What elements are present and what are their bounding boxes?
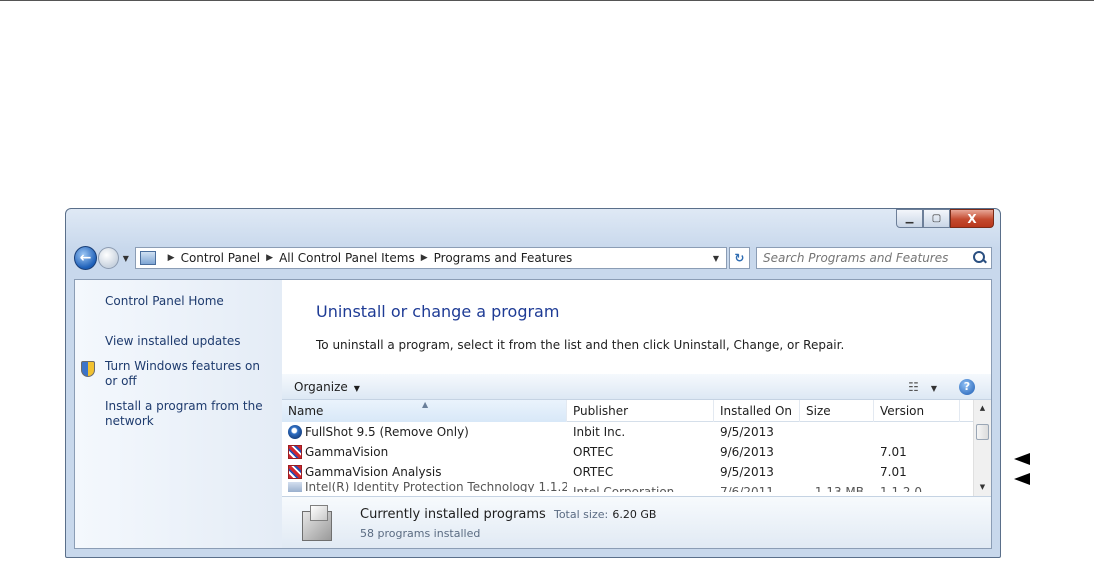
table-row[interactable]: FullShot 9.5 (Remove Only) Inbit Inc. 9/… <box>282 422 973 442</box>
back-button[interactable]: ← <box>74 246 97 270</box>
annotation-arrow-icon <box>1014 453 1030 465</box>
navigation-bar: ← ▼ ▶ Control Panel ▶ All Control Panel … <box>74 245 992 271</box>
uac-shield-icon <box>81 361 95 377</box>
program-publisher: Intel Corporation <box>573 485 675 492</box>
gammavision-icon <box>288 445 302 459</box>
address-bar[interactable]: ▶ Control Panel ▶ All Control Panel Item… <box>134 247 727 269</box>
close-button[interactable]: X <box>950 209 994 228</box>
maximize-icon: ▢ <box>931 213 942 224</box>
column-header-label: Name <box>288 404 324 418</box>
view-installed-updates-link[interactable]: View installed updates <box>105 334 275 349</box>
task-pane: Control Panel Home View installed update… <box>75 280 282 548</box>
table-row[interactable]: GammaVision ORTEC 9/6/2013 7.01 <box>282 442 973 462</box>
breadcrumb-all-control-panel-items[interactable]: All Control Panel Items <box>279 251 415 265</box>
list-header: ▲ Name Publisher Installed On Size Versi… <box>282 400 973 422</box>
chevron-down-icon: ▼ <box>122 253 129 263</box>
search-box[interactable] <box>755 247 992 269</box>
maximize-button[interactable]: ▢ <box>923 209 950 228</box>
program-size <box>800 422 874 442</box>
column-header-size[interactable]: Size <box>800 400 874 422</box>
page-description: To uninstall a program, select it from t… <box>316 338 845 352</box>
top-border-line <box>0 0 1094 1</box>
chevron-down-icon: ▼ <box>353 383 360 393</box>
column-header-publisher[interactable]: Publisher <box>567 400 714 422</box>
program-version: 7.01 <box>880 465 907 479</box>
column-header-installed-on[interactable]: Installed On <box>714 400 800 422</box>
breadcrumb-control-panel[interactable]: Control Panel <box>181 251 261 265</box>
install-from-network-link[interactable]: Install a program from the network <box>105 399 265 429</box>
vertical-scrollbar[interactable]: ▲ ▼ <box>973 400 991 496</box>
sort-ascending-icon: ▲ <box>422 400 429 409</box>
scrollbar-thumb[interactable] <box>976 424 989 440</box>
total-size-value: 6.20 GB <box>612 508 657 521</box>
scroll-down-icon[interactable]: ▼ <box>974 479 991 496</box>
program-publisher: Inbit Inc. <box>573 425 626 439</box>
programs-count: 58 programs installed <box>360 527 481 540</box>
program-installed-on: 9/5/2013 <box>720 465 774 479</box>
program-version: 1.1.2.0 <box>880 485 922 492</box>
program-list: ▲ Name Publisher Installed On Size Versi… <box>282 400 991 496</box>
refresh-icon: ↻ <box>734 251 745 265</box>
program-name: FullShot 9.5 (Remove Only) <box>305 425 469 439</box>
column-header-version[interactable]: Version <box>874 400 960 422</box>
column-header-name[interactable]: ▲ Name <box>282 400 567 422</box>
caption-buttons: ▁ ▢ X <box>896 209 994 229</box>
search-icon[interactable] <box>972 251 987 265</box>
program-version <box>874 422 960 442</box>
back-arrow-icon: ← <box>79 250 92 266</box>
program-size: 1.13 MB <box>814 485 864 492</box>
program-version: 7.01 <box>880 445 907 459</box>
minimize-icon: ▁ <box>905 213 914 224</box>
control-panel-home-link[interactable]: Control Panel Home <box>105 294 275 309</box>
minimize-button[interactable]: ▁ <box>896 209 923 228</box>
breadcrumb-arrow-icon[interactable]: ▶ <box>168 253 175 263</box>
recent-pages-dropdown[interactable]: ▼ <box>121 254 131 263</box>
installed-programs-icon <box>300 503 334 543</box>
forward-button[interactable] <box>98 247 120 269</box>
program-installed-on: 7/6/2011 <box>720 485 774 492</box>
address-dropdown-icon[interactable]: ▼ <box>706 254 726 263</box>
annotation-arrow-icon <box>1014 473 1030 485</box>
program-publisher: ORTEC <box>573 465 614 479</box>
table-row[interactable]: Intel(R) Identity Protection Technology … <box>282 482 973 492</box>
main-pane: Uninstall or change a program To uninsta… <box>282 280 991 548</box>
total-size-label: Total size: <box>553 508 609 521</box>
details-title-line: Currently installed programs Total size:… <box>360 507 656 522</box>
change-view-button[interactable]: ☷ ▼ <box>908 380 937 394</box>
fullshot-icon <box>288 425 302 439</box>
details-view-icon: ☷ <box>908 379 919 394</box>
table-row[interactable]: GammaVision Analysis ORTEC 9/5/2013 7.01 <box>282 462 973 482</box>
help-icon: ? <box>963 380 971 393</box>
breadcrumb-arrow-icon[interactable]: ▶ <box>421 253 428 263</box>
refresh-button[interactable]: ↻ <box>728 247 750 269</box>
program-installed-on: 9/5/2013 <box>720 425 774 439</box>
program-name: GammaVision Analysis <box>305 465 442 479</box>
page-title: Uninstall or change a program <box>316 302 560 321</box>
breadcrumb-programs-and-features[interactable]: Programs and Features <box>434 251 573 265</box>
organize-label: Organize <box>294 379 348 394</box>
program-size <box>800 462 874 482</box>
program-name: Intel(R) Identity Protection Technology … <box>305 482 567 492</box>
programs-and-features-window: ▁ ▢ X ← ▼ ▶ Control Panel ▶ All Control … <box>65 208 1001 558</box>
program-publisher: ORTEC <box>573 445 614 459</box>
intel-icon <box>288 482 302 492</box>
list-rows: FullShot 9.5 (Remove Only) Inbit Inc. 9/… <box>282 422 973 492</box>
program-installed-on: 9/6/2013 <box>720 445 774 459</box>
content-area: Control Panel Home View installed update… <box>74 279 992 549</box>
organize-menu-button[interactable]: Organize ▼ <box>294 380 360 394</box>
breadcrumb-arrow-icon[interactable]: ▶ <box>266 253 273 263</box>
scroll-up-icon[interactable]: ▲ <box>974 400 991 417</box>
gammavision-icon <box>288 465 302 479</box>
help-button[interactable]: ? <box>959 378 975 395</box>
details-title: Currently installed programs <box>360 507 546 522</box>
command-bar: Organize ▼ ☷ ▼ ? <box>282 374 991 400</box>
control-panel-icon <box>139 251 156 265</box>
details-pane: Currently installed programs Total size:… <box>282 496 991 548</box>
program-size <box>800 442 874 462</box>
search-input[interactable] <box>762 251 973 265</box>
program-name: GammaVision <box>305 445 389 459</box>
windows-features-link[interactable]: Turn Windows features on or off <box>105 359 270 389</box>
chevron-down-icon: ▼ <box>930 383 937 393</box>
